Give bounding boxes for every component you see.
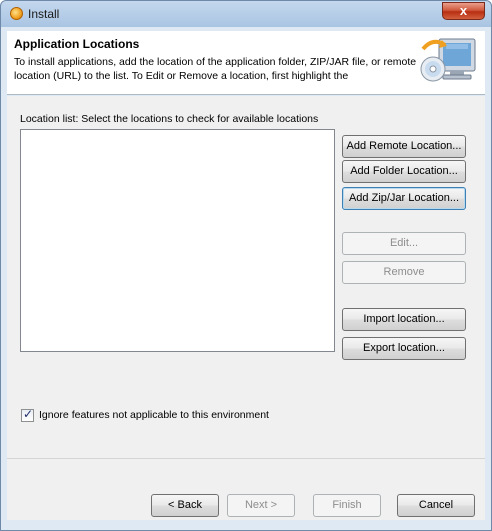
wizard-footer: < Back Next > Finish Cancel xyxy=(7,458,485,526)
page-description: To install applications, add the locatio… xyxy=(14,56,417,82)
page-title: Application Locations xyxy=(14,37,140,51)
window-frame-edge xyxy=(7,520,485,526)
ignore-features-label: Ignore features not applicable to this e… xyxy=(39,409,269,421)
close-button[interactable]: x xyxy=(442,2,485,20)
finish-button[interactable]: Finish xyxy=(313,494,381,517)
checkmark-icon: ✓ xyxy=(23,407,34,421)
title-bar[interactable]: Install x xyxy=(1,1,491,27)
wizard-body: Location list: Select the locations to c… xyxy=(7,96,485,458)
edit-button[interactable]: Edit... xyxy=(342,232,466,255)
export-location-button[interactable]: Export location... xyxy=(342,337,466,360)
computer-cd-icon xyxy=(420,38,476,82)
app-icon xyxy=(10,7,23,20)
add-remote-location-button[interactable]: Add Remote Location... xyxy=(342,135,466,158)
cancel-button[interactable]: Cancel xyxy=(397,494,475,517)
import-location-button[interactable]: Import location... xyxy=(342,308,466,331)
next-button[interactable]: Next > xyxy=(227,494,295,517)
wizard-header: Application Locations To install applica… xyxy=(7,31,485,95)
window-title: Install xyxy=(28,7,60,21)
add-folder-location-button[interactable]: Add Folder Location... xyxy=(342,160,466,183)
add-zip-jar-location-button[interactable]: Add Zip/Jar Location... xyxy=(342,187,466,210)
location-list[interactable] xyxy=(20,129,335,352)
ignore-features-checkbox[interactable]: ✓ xyxy=(21,407,34,422)
location-list-label: Location list: Select the locations to c… xyxy=(20,113,319,125)
remove-button[interactable]: Remove xyxy=(342,261,466,284)
back-button[interactable]: < Back xyxy=(151,494,219,517)
install-dialog: Install x Application Locations To insta… xyxy=(0,0,492,531)
